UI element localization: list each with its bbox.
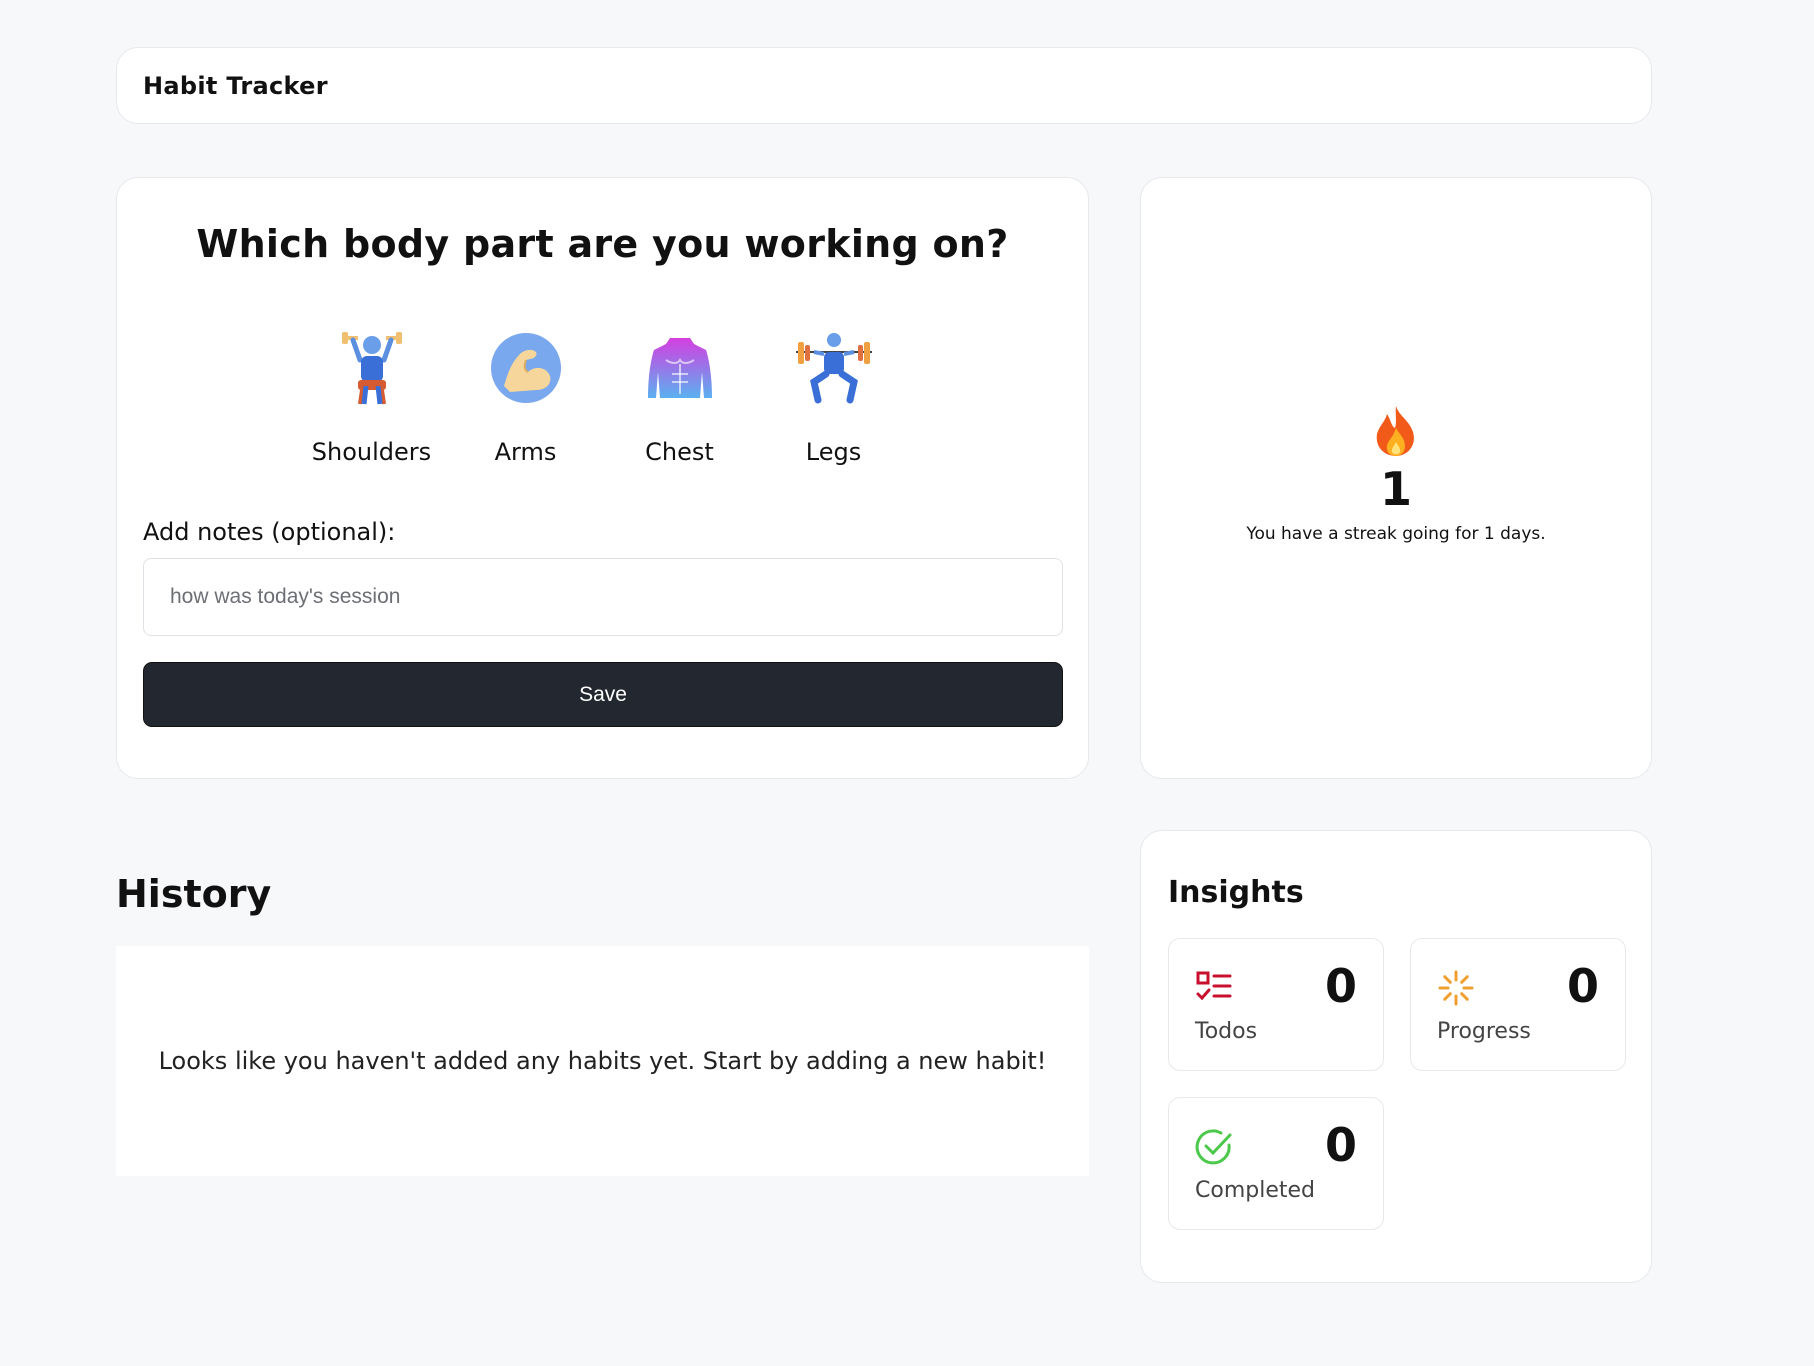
stat-label: Todos — [1195, 1019, 1258, 1044]
body-part-options: Shoulders Arms Chest Legs — [117, 328, 1088, 466]
body-part-chest[interactable]: Chest — [603, 328, 757, 466]
body-part-label: Chest — [645, 438, 714, 466]
check-circle-icon — [1195, 1128, 1233, 1166]
flexed-biceps-icon — [486, 328, 566, 408]
streak-card: 1 You have a streak going for 1 days. — [1140, 177, 1652, 779]
top-bar: Habit Tracker — [116, 47, 1652, 124]
history-title: History — [116, 872, 272, 916]
insights-card: Insights 0 Todos 0 Progress 0 Completed — [1140, 830, 1652, 1283]
notes-label: Add notes (optional): — [143, 518, 396, 546]
body-part-picker-card: Which body part are you working on? Shou… — [116, 177, 1089, 779]
streak-message: You have a streak going for 1 days. — [1246, 524, 1546, 545]
body-part-label: Legs — [805, 438, 862, 466]
stat-completed: 0 Completed — [1168, 1097, 1384, 1230]
stat-todos: 0 Todos — [1168, 938, 1384, 1071]
person-squatting-barbell-icon — [794, 328, 874, 408]
stat-progress: 0 Progress — [1410, 938, 1626, 1071]
history-panel: Looks like you haven't added any habits … — [116, 946, 1089, 1176]
stat-label: Progress — [1437, 1019, 1531, 1044]
save-button[interactable]: Save — [143, 662, 1063, 727]
notes-input[interactable] — [143, 558, 1063, 636]
insights-title: Insights — [1168, 875, 1304, 910]
person-lifting-weights-icon — [332, 328, 412, 408]
body-part-label: Arms — [494, 438, 557, 466]
body-part-label: Shoulders — [311, 438, 432, 466]
stat-value: 0 — [1324, 1118, 1357, 1172]
app-title: Habit Tracker — [143, 71, 328, 100]
streak-count: 1 — [1379, 461, 1412, 516]
checklist-icon — [1195, 969, 1233, 1007]
torso-icon — [640, 328, 720, 408]
stat-label: Completed — [1195, 1178, 1315, 1203]
fire-icon — [1373, 404, 1419, 462]
body-part-legs[interactable]: Legs — [757, 328, 911, 466]
loader-icon — [1437, 969, 1475, 1007]
body-part-shoulders[interactable]: Shoulders — [295, 328, 449, 466]
stat-value: 0 — [1566, 959, 1599, 1013]
history-empty-message: Looks like you haven't added any habits … — [158, 1047, 1047, 1075]
body-part-arms[interactable]: Arms — [449, 328, 603, 466]
stat-value: 0 — [1324, 959, 1357, 1013]
picker-question: Which body part are you working on? — [196, 222, 1009, 266]
